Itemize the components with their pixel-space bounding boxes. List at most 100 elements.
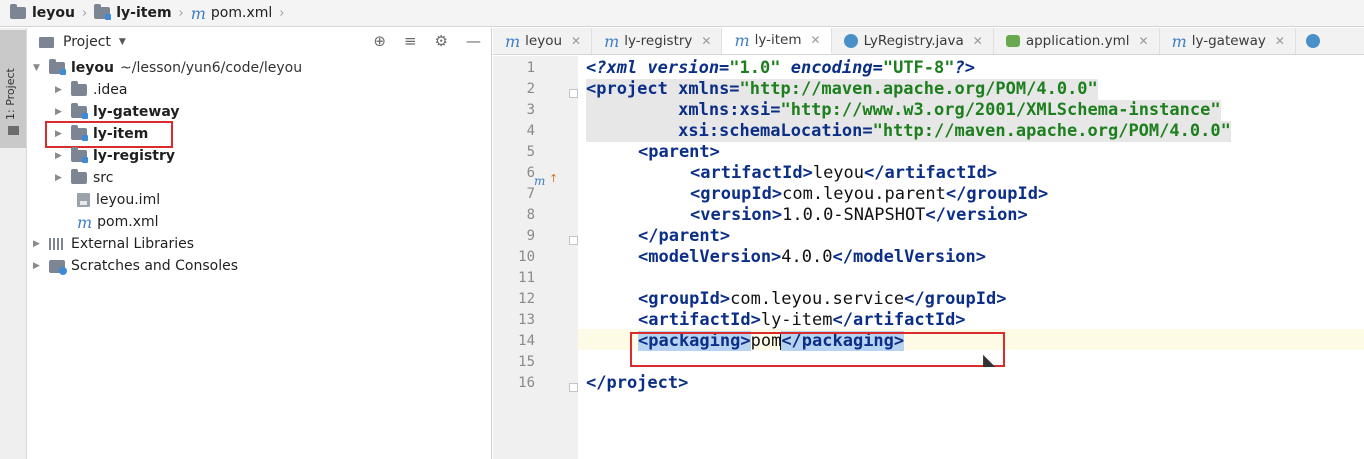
code-token: ly-item: [760, 310, 833, 330]
collapsed-arrow-icon[interactable]: ▶: [55, 151, 71, 161]
tree-item-label: pom.xml: [97, 214, 159, 230]
folder-icon: [71, 81, 87, 96]
module-folder-icon: [94, 4, 112, 20]
code-token: com.leyou.service: [730, 289, 905, 309]
code-line-1: <?xml version="1.0" encoding="UTF-8"?>: [586, 58, 975, 79]
collapsed-arrow-icon[interactable]: ▶: [33, 261, 49, 271]
tab-application-yml[interactable]: application.yml ✕: [994, 28, 1160, 54]
project-icon: [39, 36, 54, 48]
project-panel-title: Project: [63, 34, 111, 50]
close-icon[interactable]: ✕: [571, 34, 581, 48]
code-line-8: <version>1.0.0-SNAPSHOT</version>: [690, 205, 1028, 226]
collapsed-arrow-icon[interactable]: ▶: [33, 239, 49, 249]
expanded-arrow-icon[interactable]: ▼: [33, 63, 49, 73]
collapsed-arrow-icon[interactable]: ▶: [55, 173, 71, 183]
tree-item-label: leyou: [71, 60, 115, 76]
code-line-5: <parent>: [638, 142, 720, 163]
yaml-icon: [1005, 35, 1020, 47]
chevron-right-icon: ›: [82, 5, 88, 21]
code-token: </modelVersion>: [832, 247, 987, 267]
locate-icon[interactable]: ⊕: [373, 32, 386, 50]
maven-icon: m: [734, 30, 750, 50]
code-line-6: <artifactId>leyou</artifactId>: [690, 163, 997, 184]
tree-item-ly-gateway[interactable]: ▶ ly-gateway: [55, 101, 179, 123]
tab-ly-item[interactable]: m ly-item ✕: [722, 28, 832, 54]
tab-ly-registry[interactable]: m ly-registry ✕: [592, 28, 723, 54]
breadcrumb-item-ly-item[interactable]: ly-item: [94, 4, 172, 21]
line-number: 9: [526, 228, 535, 244]
libraries-icon: [49, 238, 65, 250]
tree-item-pom-xml[interactable]: m pom.xml: [77, 211, 159, 233]
tree-item-scratches[interactable]: ▶ Scratches and Consoles: [33, 255, 238, 277]
fold-icon[interactable]: [569, 236, 578, 245]
line-number: 13: [518, 312, 535, 328]
line-number: 15: [518, 354, 535, 370]
tree-item-external-libraries[interactable]: ▶ External Libraries: [33, 233, 194, 255]
code-area[interactable]: <?xml version="1.0" encoding="UTF-8"?> <…: [586, 56, 1364, 459]
tree-item-label: .idea: [93, 82, 128, 98]
code-token: </groupId>: [904, 289, 1007, 309]
tab-label: ly-registry: [624, 33, 693, 49]
collapsed-arrow-icon[interactable]: ▶: [55, 107, 71, 117]
maven-icon: m: [604, 31, 620, 51]
tab-ly-gateway[interactable]: m ly-gateway ✕: [1160, 28, 1296, 54]
tree-item-ly-registry[interactable]: ▶ ly-registry: [55, 145, 175, 167]
breadcrumb-label: leyou: [32, 5, 76, 21]
chevron-down-icon[interactable]: ▼: [119, 37, 126, 47]
folder-icon: [10, 4, 26, 19]
editor-gutter: 1 2 3 4 5 6 7 8 9 10 11 12 13 14 15 16 m…: [493, 56, 578, 459]
close-icon[interactable]: ✕: [1139, 34, 1149, 48]
project-panel: Project ▼ ⊕ ≡ ⚙ — ▼ leyou ~/lesson/yun6/…: [27, 28, 492, 459]
line-number: 10: [518, 249, 535, 265]
line-number: 3: [526, 102, 535, 118]
hide-icon[interactable]: —: [466, 32, 481, 50]
code-token: <parent>: [638, 142, 720, 162]
tree-item-label: leyou.iml: [96, 192, 161, 208]
tab-leyou[interactable]: m leyou ✕: [493, 28, 593, 54]
code-token: </version>: [925, 205, 1028, 225]
gear-icon[interactable]: ⚙: [435, 32, 448, 50]
breadcrumb-label: ly-item: [116, 5, 172, 21]
code-token: <?xml version=: [586, 58, 730, 78]
code-token: <artifactId>: [690, 163, 813, 183]
breadcrumb-item-pom[interactable]: m pom.xml: [191, 4, 273, 23]
maven-parent-icon[interactable]: m: [534, 174, 545, 188]
close-icon[interactable]: ✕: [701, 34, 711, 48]
close-icon[interactable]: ✕: [811, 33, 821, 47]
tree-item-leyou-iml[interactable]: leyou.iml: [77, 189, 160, 211]
collapse-all-icon[interactable]: ≡: [404, 32, 417, 50]
code-token: "1.0": [729, 58, 781, 78]
code-token: <artifactId>: [638, 310, 761, 330]
code-token: </parent>: [638, 226, 731, 246]
code-token: </groupId>: [945, 184, 1049, 204]
line-number: 7: [526, 186, 535, 202]
code-token: <modelVersion>: [638, 247, 782, 267]
breadcrumb-item-leyou[interactable]: leyou: [10, 4, 76, 21]
tree-item-label: External Libraries: [71, 236, 194, 252]
close-icon[interactable]: ✕: [973, 34, 983, 48]
fold-icon[interactable]: [569, 383, 578, 392]
maven-icon: m: [505, 31, 521, 51]
tree-item-src[interactable]: ▶ src: [55, 167, 113, 189]
tab-label: application.yml: [1025, 33, 1130, 49]
tab-label: ly-item: [754, 32, 802, 48]
code-token: <groupId>: [690, 184, 783, 204]
code-token: <project: [586, 79, 668, 99]
fold-icon[interactable]: [569, 89, 578, 98]
tab-lyregistry-java[interactable]: LyRegistry.java ✕: [832, 28, 994, 54]
line-number: 6: [526, 165, 535, 181]
code-token: </artifactId>: [832, 310, 966, 330]
module-folder-icon: [71, 147, 88, 163]
maven-icon: m: [190, 3, 206, 23]
tree-item-idea[interactable]: ▶ .idea: [55, 79, 127, 101]
maven-icon: m: [77, 212, 93, 232]
collapsed-arrow-icon[interactable]: ▶: [55, 85, 71, 95]
code-token: "http://www.w3.org/2001/XMLSchema-instan…: [780, 100, 1221, 120]
code-token: 4.0.0: [781, 247, 833, 267]
tree-item-root[interactable]: ▼ leyou ~/lesson/yun6/code/leyou: [33, 57, 302, 79]
close-icon[interactable]: ✕: [1275, 34, 1285, 48]
breadcrumb-label: pom.xml: [210, 5, 273, 21]
tool-window-stripe: 1: Project: [0, 28, 27, 459]
project-tool-tab[interactable]: 1: Project: [0, 30, 26, 148]
arrow-up-icon: ↑: [549, 172, 559, 185]
